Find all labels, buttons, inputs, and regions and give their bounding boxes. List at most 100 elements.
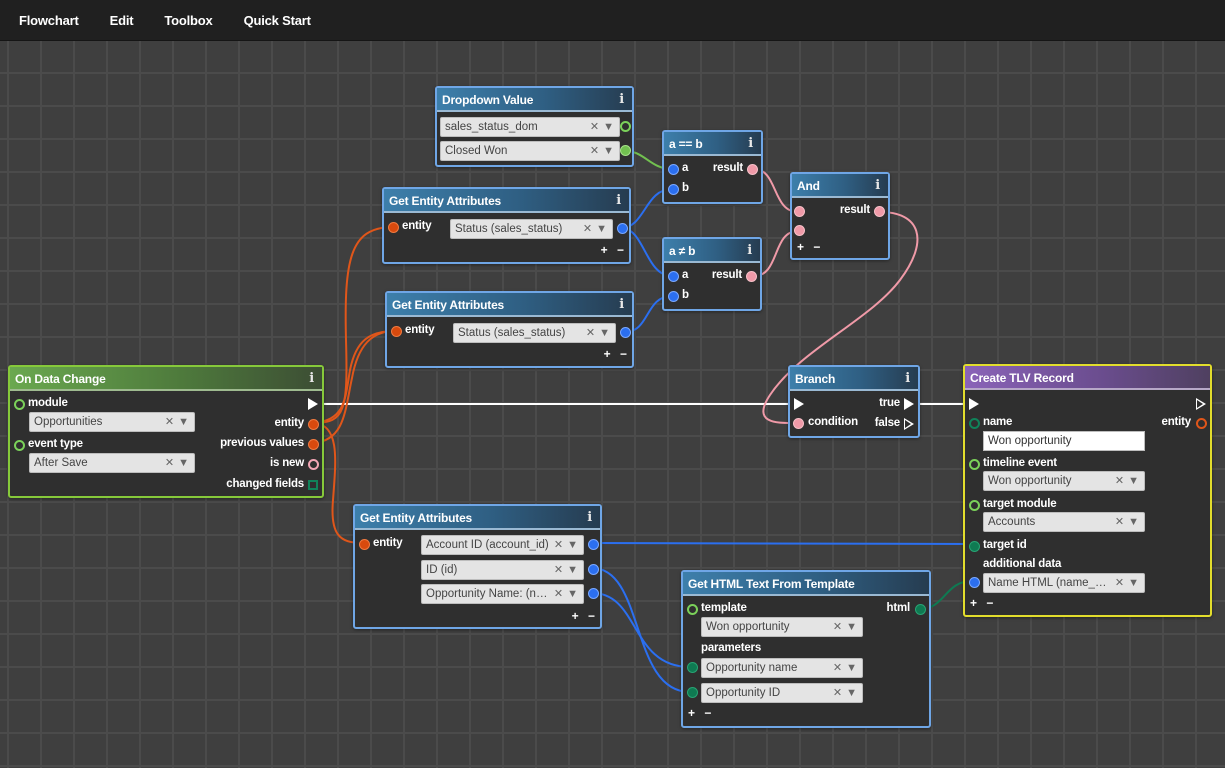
clear-icon[interactable]: ✕ — [590, 121, 599, 133]
attribute-select[interactable]: Opportunity Name: (name) ✕ ▼ — [421, 584, 584, 604]
clear-icon[interactable]: ✕ — [554, 564, 563, 576]
attribute-select[interactable]: Status (sales_status) ✕ ▼ — [453, 323, 616, 343]
input-b-port[interactable] — [668, 184, 679, 195]
node-get-entity-attributes-3[interactable]: Get Entity Attributes i entity Account I… — [353, 504, 602, 629]
info-icon[interactable]: i — [748, 132, 753, 156]
clear-icon[interactable]: ✕ — [833, 687, 842, 699]
chevron-down-icon[interactable]: ▼ — [1128, 577, 1139, 589]
entity-input-port[interactable] — [391, 326, 402, 337]
chevron-down-icon[interactable]: ▼ — [1128, 516, 1139, 528]
info-icon[interactable]: i — [875, 174, 880, 198]
entity-output-port[interactable] — [308, 419, 319, 430]
add-remove-data-button[interactable]: + − — [970, 596, 996, 610]
add-remove-inputs-button[interactable]: + − — [797, 240, 823, 254]
node-dropdown-value[interactable]: Dropdown Value i sales_status_dom ✕ ▼ Clo… — [435, 86, 634, 167]
previous-values-output-port[interactable] — [308, 439, 319, 450]
clear-icon[interactable]: ✕ — [586, 327, 595, 339]
node-header[interactable]: a == b i — [664, 132, 761, 156]
additional-data-select[interactable]: Name HTML (name_html) ✕ ▼ — [983, 573, 1145, 593]
input-a-port[interactable] — [668, 271, 679, 282]
chevron-down-icon[interactable]: ▼ — [567, 588, 578, 600]
html-output-port[interactable] — [915, 604, 926, 615]
clear-icon[interactable]: ✕ — [583, 223, 592, 235]
timeline-event-select[interactable]: Won opportunity ✕ ▼ — [983, 471, 1145, 491]
changed-fields-output-port[interactable] — [308, 480, 318, 490]
and-input-1-port[interactable] — [794, 206, 805, 217]
flow-output-arrow[interactable] — [308, 398, 318, 410]
parameter-1-select[interactable]: Opportunity name ✕ ▼ — [701, 658, 863, 678]
node-not-equals[interactable]: a ≠ b i a result b — [662, 237, 762, 311]
info-icon[interactable]: i — [309, 367, 314, 391]
node-header[interactable]: Get Entity Attributes i — [387, 293, 632, 317]
false-output-arrow[interactable] — [904, 418, 914, 430]
target-module-select[interactable]: Accounts ✕ ▼ — [983, 512, 1145, 532]
node-header[interactable]: Create TLV Record — [965, 366, 1210, 390]
info-icon[interactable]: i — [616, 189, 621, 213]
clear-icon[interactable]: ✕ — [554, 588, 563, 600]
info-icon[interactable]: i — [905, 367, 910, 391]
event-type-select[interactable]: After Save ✕ ▼ — [29, 453, 195, 473]
target-module-input-port[interactable] — [969, 500, 980, 511]
result-output-port[interactable] — [874, 206, 885, 217]
add-remove-attributes-button[interactable]: + − — [572, 609, 598, 623]
chevron-down-icon[interactable]: ▼ — [846, 662, 857, 674]
clear-icon[interactable]: ✕ — [833, 662, 842, 674]
clear-icon[interactable]: ✕ — [165, 457, 174, 469]
attribute-output-port[interactable] — [588, 588, 599, 599]
node-header[interactable]: And i — [792, 174, 888, 198]
result-output-port[interactable] — [746, 271, 757, 282]
event-type-input-port[interactable] — [14, 440, 25, 451]
menu-edit[interactable]: Edit — [110, 13, 134, 28]
attribute-output-port[interactable] — [620, 327, 631, 338]
chevron-down-icon[interactable]: ▼ — [599, 327, 610, 339]
flow-output-arrow[interactable] — [1196, 398, 1206, 410]
entity-input-port[interactable] — [359, 539, 370, 550]
is-new-output-port[interactable] — [308, 459, 319, 470]
chevron-down-icon[interactable]: ▼ — [178, 416, 189, 428]
attribute-output-port[interactable] — [588, 539, 599, 550]
target-id-input-port[interactable] — [969, 541, 980, 552]
entity-output-port[interactable] — [1196, 418, 1207, 429]
input-b-port[interactable] — [668, 291, 679, 302]
add-remove-attributes-button[interactable]: + − — [601, 243, 627, 257]
clear-icon[interactable]: ✕ — [833, 621, 842, 633]
module-input-port[interactable] — [14, 399, 25, 410]
node-header[interactable]: a ≠ b i — [664, 239, 760, 263]
info-icon[interactable]: i — [619, 88, 624, 112]
parameter-2-input-port[interactable] — [687, 687, 698, 698]
chevron-down-icon[interactable]: ▼ — [178, 457, 189, 469]
add-remove-parameters-button[interactable]: + − — [688, 706, 714, 720]
parameter-2-select[interactable]: Opportunity ID ✕ ▼ — [701, 683, 863, 703]
node-header[interactable]: Get Entity Attributes i — [384, 189, 629, 213]
menu-flowchart[interactable]: Flowchart — [19, 13, 79, 28]
clear-icon[interactable]: ✕ — [1115, 577, 1124, 589]
flow-input-arrow[interactable] — [969, 398, 979, 410]
node-header[interactable]: On Data Change i — [10, 367, 322, 391]
node-branch[interactable]: Branch i true condition false — [788, 365, 920, 438]
node-get-entity-attributes-2[interactable]: Get Entity Attributes i entity Status (s… — [385, 291, 634, 368]
node-get-html-text-from-template[interactable]: Get HTML Text From Template template htm… — [681, 570, 931, 728]
attribute-select[interactable]: ID (id) ✕ ▼ — [421, 560, 584, 580]
chevron-down-icon[interactable]: ▼ — [603, 121, 614, 133]
chevron-down-icon[interactable]: ▼ — [846, 687, 857, 699]
node-header[interactable]: Branch i — [790, 367, 918, 391]
info-icon[interactable]: i — [619, 293, 624, 317]
clear-icon[interactable]: ✕ — [1115, 475, 1124, 487]
chevron-down-icon[interactable]: ▼ — [567, 539, 578, 551]
chevron-down-icon[interactable]: ▼ — [846, 621, 857, 633]
chevron-down-icon[interactable]: ▼ — [1128, 475, 1139, 487]
input-a-port[interactable] — [668, 164, 679, 175]
add-remove-attributes-button[interactable]: + − — [604, 347, 630, 361]
additional-data-input-port[interactable] — [969, 577, 980, 588]
attribute-output-port[interactable] — [617, 223, 628, 234]
timeline-event-input-port[interactable] — [969, 459, 980, 470]
node-get-entity-attributes-1[interactable]: Get Entity Attributes i entity Status (s… — [382, 187, 631, 264]
node-and[interactable]: And i result + − — [790, 172, 890, 260]
template-select[interactable]: Won opportunity ✕ ▼ — [701, 617, 863, 637]
attribute-select[interactable]: Status (sales_status) ✕ ▼ — [450, 219, 613, 239]
option-select[interactable]: Closed Won ✕ ▼ — [440, 141, 620, 161]
node-header[interactable]: Get HTML Text From Template — [683, 572, 929, 596]
option-output-port[interactable] — [620, 145, 631, 156]
clear-icon[interactable]: ✕ — [1115, 516, 1124, 528]
info-icon[interactable]: i — [747, 239, 752, 263]
